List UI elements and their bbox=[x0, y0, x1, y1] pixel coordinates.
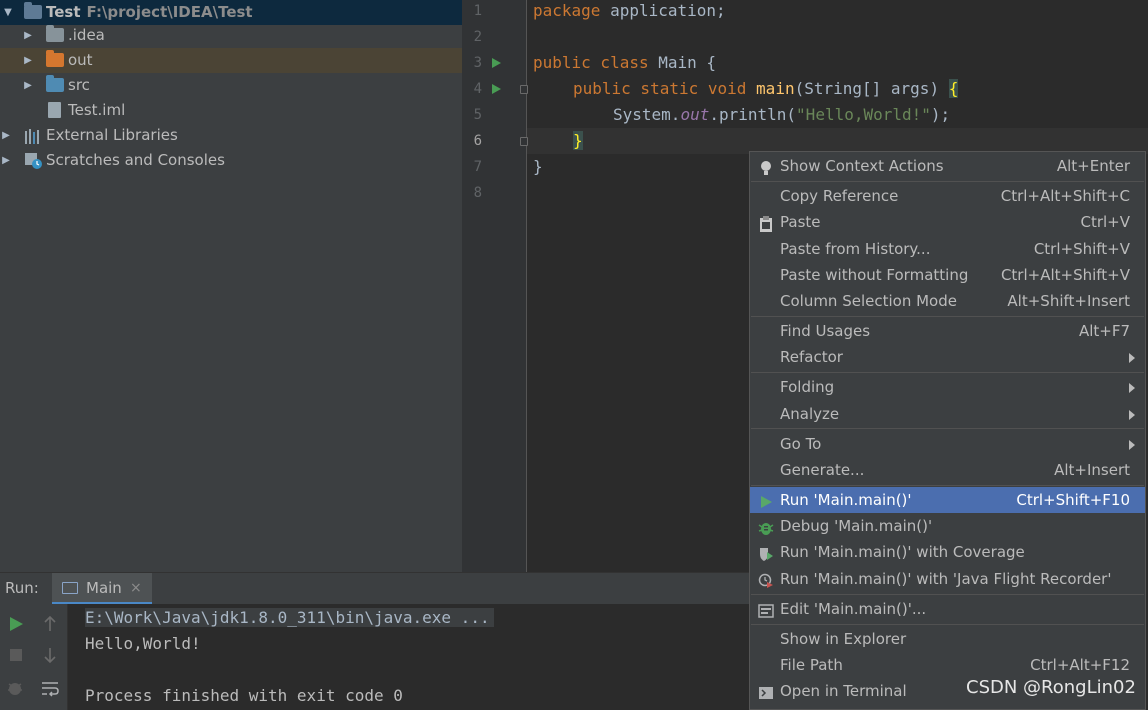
code-line-4: public static void main(String[] args) { bbox=[573, 79, 959, 98]
line-number: 6 bbox=[473, 133, 482, 149]
tab-main[interactable]: Main × bbox=[52, 573, 152, 605]
project-tree-panel: ▼ Test F:\project\IDEA\Test ▶ .idea ▶ out… bbox=[0, 0, 462, 572]
file-icon bbox=[48, 102, 61, 118]
watermark-text: CSDN @RongLin02 bbox=[966, 677, 1136, 698]
menu-paste[interactable]: Paste Ctrl+V bbox=[750, 209, 1145, 235]
console-line-command: E:\Work\Java\jdk1.8.0_311\bin\java.exe .… bbox=[85, 605, 494, 631]
scratches-icon bbox=[24, 152, 42, 169]
chevron-right-icon[interactable]: ▶ bbox=[22, 23, 34, 48]
flight-recorder-icon bbox=[758, 571, 774, 588]
menu-go-to[interactable]: Go To bbox=[750, 431, 1145, 457]
fold-marker-icon[interactable] bbox=[520, 85, 528, 94]
tree-item-external-libraries[interactable]: ▶ External Libraries bbox=[0, 123, 462, 148]
menu-paste-without-formatting[interactable]: Paste without Formatting Ctrl+Alt+Shift+V bbox=[750, 262, 1145, 288]
source-folder-icon bbox=[46, 75, 64, 92]
run-panel-header: Run: Main × bbox=[0, 572, 750, 605]
tree-root-path: F:\project\IDEA\Test bbox=[86, 3, 253, 21]
folder-icon bbox=[46, 25, 64, 42]
menu-edit-configuration[interactable]: Edit 'Main.main()'... bbox=[750, 596, 1145, 622]
code-line-1: package application; bbox=[533, 1, 726, 20]
close-icon[interactable]: × bbox=[130, 573, 142, 603]
fold-marker-icon[interactable] bbox=[520, 137, 528, 146]
tree-item-label: .idea bbox=[68, 26, 105, 44]
menu-debug-main[interactable]: Debug 'Main.main()' bbox=[750, 513, 1145, 539]
tree-root-test[interactable]: ▼ Test F:\project\IDEA\Test bbox=[0, 0, 462, 25]
menu-generate[interactable]: Generate... Alt+Insert bbox=[750, 457, 1145, 483]
menu-run-with-flight-recorder[interactable]: Run 'Main.main()' with 'Java Flight Reco… bbox=[750, 566, 1145, 592]
submenu-arrow-icon bbox=[1129, 383, 1135, 393]
menu-folding[interactable]: Folding bbox=[750, 374, 1145, 400]
tree-item-label: out bbox=[68, 51, 93, 69]
lightbulb-icon bbox=[758, 158, 774, 175]
menu-analyze[interactable]: Analyze bbox=[750, 401, 1145, 427]
tree-item-label: Test.iml bbox=[68, 101, 126, 119]
tree-item-scratches[interactable]: ▶ Scratches and Consoles bbox=[0, 148, 462, 173]
stop-icon[interactable] bbox=[4, 643, 28, 667]
arrow-down-icon[interactable] bbox=[38, 643, 62, 667]
menu-refactor[interactable]: Refactor bbox=[750, 344, 1145, 370]
clipboard-icon bbox=[758, 214, 774, 232]
console-line-exit: Process finished with exit code 0 bbox=[85, 686, 403, 705]
line-number: 5 bbox=[473, 107, 482, 123]
run-icon bbox=[758, 492, 774, 508]
chevron-right-icon[interactable]: ▶ bbox=[0, 123, 12, 148]
tree-item-idea[interactable]: ▶ .idea bbox=[0, 23, 462, 48]
code-line-5: System.out.println("Hello,World!"); bbox=[613, 105, 951, 124]
line-number: 7 bbox=[473, 159, 482, 175]
tree-item-label: Scratches and Consoles bbox=[46, 151, 225, 169]
chevron-down-icon[interactable]: ▼ bbox=[2, 0, 14, 25]
debug-bug-icon bbox=[758, 518, 774, 535]
console-line-output: Hello,World! bbox=[85, 634, 201, 653]
tab-main-label: Main bbox=[86, 579, 122, 597]
tree-item-src[interactable]: ▶ src bbox=[0, 73, 462, 98]
code-line-3: public class Main { bbox=[533, 53, 717, 72]
menu-copy-reference[interactable]: Copy Reference Ctrl+Alt+Shift+C bbox=[750, 183, 1145, 209]
tree-item-label: src bbox=[68, 76, 90, 94]
menu-file-path[interactable]: File Path Ctrl+Alt+F12 bbox=[750, 652, 1145, 678]
tree-item-label: External Libraries bbox=[46, 126, 178, 144]
line-number: 2 bbox=[473, 29, 482, 45]
edit-config-icon bbox=[758, 601, 774, 618]
line-number: 8 bbox=[473, 185, 482, 201]
terminal-icon bbox=[758, 683, 774, 699]
menu-column-selection-mode[interactable]: Column Selection Mode Alt+Shift+Insert bbox=[750, 288, 1145, 314]
excluded-folder-icon bbox=[46, 50, 64, 67]
chevron-right-icon[interactable]: ▶ bbox=[22, 48, 34, 73]
submenu-arrow-icon bbox=[1129, 410, 1135, 420]
line-number: 4 bbox=[473, 81, 482, 97]
code-line-6: } bbox=[573, 131, 583, 150]
tree-root-label: Test bbox=[46, 3, 81, 21]
code-line-7: } bbox=[533, 157, 543, 176]
tree-item-out[interactable]: ▶ out bbox=[0, 48, 462, 73]
run-class-gutter-icon[interactable] bbox=[492, 58, 501, 68]
console-tab-icon bbox=[62, 582, 78, 594]
tree-item-test-iml[interactable]: Test.iml bbox=[0, 98, 462, 123]
arrow-up-icon[interactable] bbox=[38, 612, 62, 636]
run-method-gutter-icon[interactable] bbox=[492, 84, 501, 94]
line-number: 3 bbox=[473, 55, 482, 71]
libraries-icon bbox=[24, 127, 42, 144]
line-number: 1 bbox=[473, 3, 482, 19]
debug-attach-icon[interactable] bbox=[4, 676, 28, 700]
chevron-right-icon[interactable]: ▶ bbox=[0, 148, 12, 173]
submenu-arrow-icon bbox=[1129, 353, 1135, 363]
module-folder-icon bbox=[24, 2, 42, 19]
menu-paste-from-history[interactable]: Paste from History... Ctrl+Shift+V bbox=[750, 236, 1145, 262]
menu-run-with-coverage[interactable]: Run 'Main.main()' with Coverage bbox=[750, 539, 1145, 565]
submenu-arrow-icon bbox=[1129, 440, 1135, 450]
run-label: Run: bbox=[5, 579, 39, 597]
menu-find-usages[interactable]: Find Usages Alt+F7 bbox=[750, 318, 1145, 344]
menu-show-context-actions[interactable]: Show Context Actions Alt+Enter bbox=[750, 153, 1145, 179]
soft-wrap-icon[interactable] bbox=[38, 676, 62, 700]
run-toolbar bbox=[0, 604, 68, 710]
menu-show-in-explorer[interactable]: Show in Explorer bbox=[750, 626, 1145, 652]
rerun-icon[interactable] bbox=[4, 612, 28, 636]
chevron-right-icon[interactable]: ▶ bbox=[22, 73, 34, 98]
coverage-icon bbox=[758, 544, 774, 561]
menu-run-main[interactable]: Run 'Main.main()' Ctrl+Shift+F10 bbox=[750, 487, 1145, 513]
editor-context-menu: Show Context Actions Alt+Enter Copy Refer… bbox=[749, 151, 1146, 710]
